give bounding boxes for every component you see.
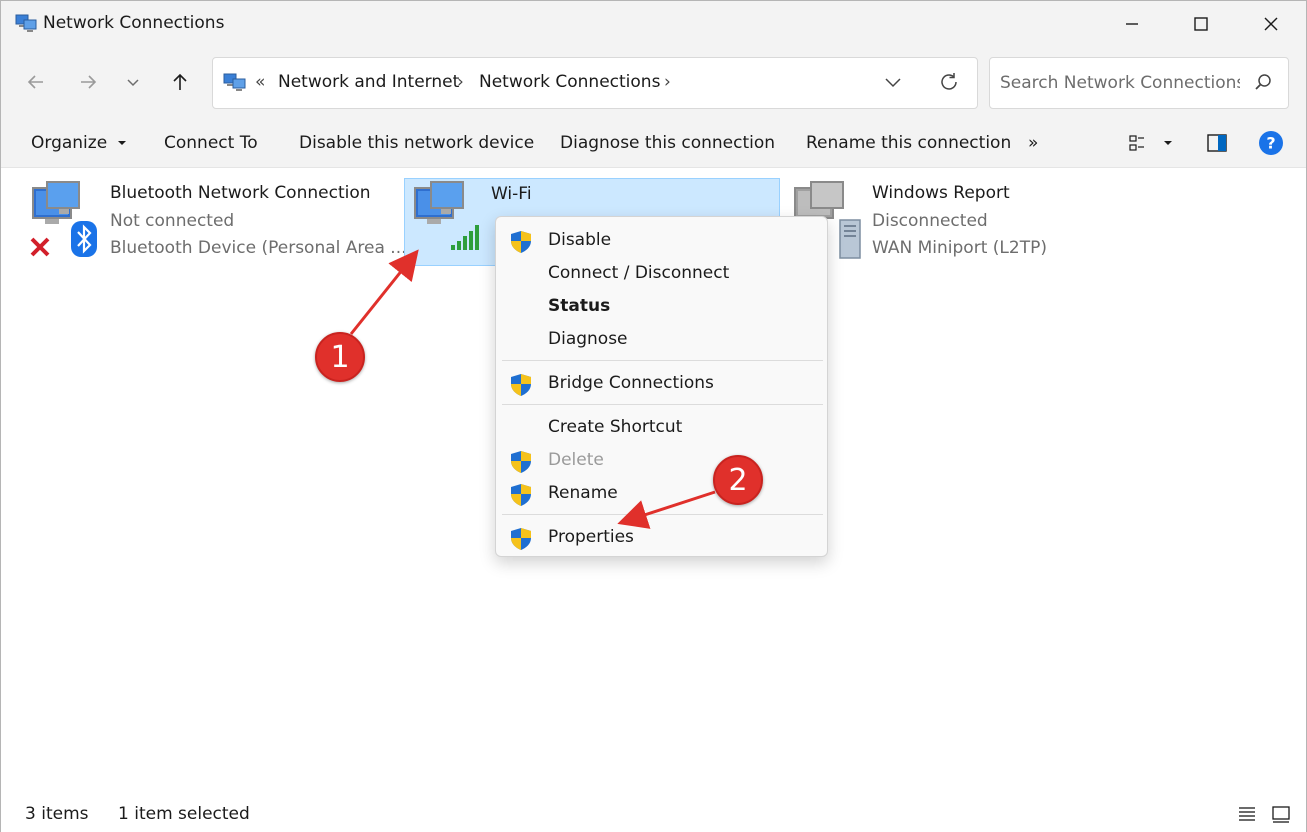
annotation-arrow-1 xyxy=(349,249,419,335)
tiles-view-button[interactable] xyxy=(1271,804,1291,828)
annotation-badge-2: 2 xyxy=(713,455,763,505)
network-connections-window: Network Connections « Network and Intern… xyxy=(0,0,1307,832)
selection-count: 1 item selected xyxy=(118,804,250,824)
details-view-icon xyxy=(1239,807,1255,821)
tiles-view-icon xyxy=(1272,806,1290,823)
annotation-arrows xyxy=(349,249,716,529)
annotation-badge-1: 1 xyxy=(315,332,365,382)
item-count: 3 items xyxy=(25,804,89,824)
status-bar: 3 items 1 item selected xyxy=(1,796,1306,832)
details-view-button[interactable] xyxy=(1237,804,1257,828)
annotation-arrow-2 xyxy=(617,490,716,529)
